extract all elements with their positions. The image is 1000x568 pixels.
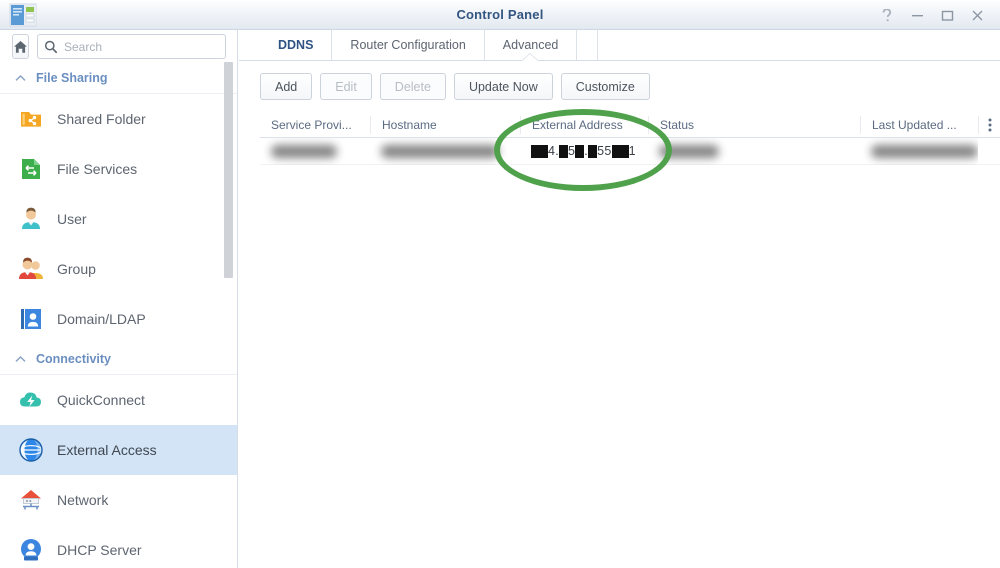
sidebar: File Sharing Shared Folder [0, 30, 238, 568]
sidebar-nav: File Sharing Shared Folder File Services… [0, 63, 237, 568]
tab-bar: DDNS Router Configuration Advanced [239, 30, 1000, 60]
update-now-button[interactable]: Update Now [453, 73, 553, 100]
external-address-value: 4. 5. 55 1 [531, 144, 636, 158]
help-button[interactable] [872, 0, 902, 30]
home-icon [14, 40, 27, 53]
sidebar-item-user[interactable]: User [0, 194, 237, 244]
sidebar-item-group[interactable]: Group [0, 244, 237, 294]
cell-external-address: 4. 5. 55 1 [520, 138, 648, 165]
close-button[interactable] [962, 0, 992, 30]
sidebar-item-label: DHCP Server [57, 542, 142, 558]
search-input[interactable] [64, 39, 219, 54]
maximize-button[interactable] [932, 0, 962, 30]
quickconnect-icon [18, 387, 44, 413]
sidebar-item-label: Domain/LDAP [57, 311, 146, 327]
shared-folder-icon [18, 106, 44, 132]
edit-button[interactable]: Edit [320, 73, 372, 100]
active-tab-notch [522, 54, 538, 61]
column-options-icon[interactable] [978, 115, 1000, 134]
sidebar-item-dhcp-server[interactable]: DHCP Server [0, 525, 237, 568]
dhcp-server-icon [18, 537, 44, 563]
sidebar-item-quickconnect[interactable]: QuickConnect [0, 375, 237, 425]
home-button[interactable] [12, 34, 29, 59]
group-icon [18, 256, 44, 282]
window-controls [872, 0, 992, 30]
chevron-up-icon [15, 74, 26, 81]
sidebar-item-label: QuickConnect [57, 392, 145, 408]
column-header-service-provider[interactable]: Service Provi... [260, 116, 370, 134]
file-services-icon [18, 156, 44, 182]
minimize-button[interactable] [902, 0, 932, 30]
sidebar-section-label: Connectivity [36, 352, 112, 366]
ddns-table: Service Provi... Hostname External Addre… [260, 112, 1000, 165]
sidebar-item-label: External Access [57, 442, 157, 458]
search-icon [44, 40, 58, 53]
sidebar-item-label: Network [57, 492, 109, 508]
sidebar-item-label: File Services [57, 161, 138, 177]
redacted-value [271, 144, 337, 158]
cell-hostname [370, 138, 520, 165]
table-row[interactable]: 4. 5. 55 1 [260, 138, 1000, 165]
title-bar: Control Panel [0, 0, 1000, 30]
sidebar-scrollbar[interactable] [224, 62, 233, 278]
sidebar-item-label: User [57, 211, 87, 227]
redacted-value [871, 144, 978, 158]
customize-button[interactable]: Customize [560, 73, 650, 100]
network-icon [18, 487, 44, 513]
chevron-up-icon [15, 355, 26, 362]
column-header-status[interactable]: Status [648, 115, 860, 134]
cell-status [648, 138, 860, 165]
sidebar-item-domain-ldap[interactable]: Domain/LDAP [0, 294, 237, 344]
column-header-last-updated[interactable]: Last Updated ... [860, 115, 978, 134]
table-body: 4. 5. 55 1 [260, 138, 1000, 165]
cell-last-updated [860, 138, 978, 165]
delete-button[interactable]: Delete [379, 73, 446, 100]
external-access-icon [18, 437, 44, 463]
redacted-value [659, 144, 719, 158]
tab-label: Advanced [502, 38, 559, 52]
tab-router-configuration[interactable]: Router Configuration [332, 30, 485, 60]
table-header-row: Service Provi... Hostname External Addre… [260, 112, 1000, 138]
main-content: DDNS Router Configuration Advanced Add E… [239, 30, 1000, 568]
sidebar-item-shared-folder[interactable]: Shared Folder [0, 94, 237, 144]
column-header-external-address[interactable]: External Address [520, 115, 648, 134]
sidebar-search-bar [0, 30, 237, 63]
tab-ddns[interactable]: DDNS [260, 30, 333, 60]
user-icon [18, 206, 44, 232]
tab-label: DDNS [278, 38, 314, 52]
sidebar-section-file-sharing[interactable]: File Sharing [0, 63, 237, 94]
cell-service-provider [260, 138, 370, 165]
sidebar-section-connectivity[interactable]: Connectivity [0, 344, 237, 375]
column-header-hostname[interactable]: Hostname [370, 115, 520, 134]
tab-bar-end [577, 30, 599, 60]
window-title: Control Panel [456, 7, 544, 22]
add-button[interactable]: Add [260, 73, 313, 100]
sidebar-item-file-services[interactable]: File Services [0, 144, 237, 194]
sidebar-item-label: Group [57, 261, 96, 277]
sidebar-item-label: Shared Folder [57, 111, 146, 127]
tab-label: Router Configuration [350, 38, 466, 52]
control-panel-window: Control Panel Search File Sharing Shared… [0, 0, 1000, 568]
sidebar-item-external-access[interactable]: External Access [0, 425, 237, 475]
sidebar-section-label: File Sharing [36, 71, 108, 85]
search-box[interactable] [37, 34, 226, 59]
sidebar-item-network[interactable]: Network [0, 475, 237, 525]
redacted-value [381, 144, 499, 158]
tab-bar-divider [239, 60, 1000, 61]
domain-ldap-icon [18, 306, 44, 332]
toolbar: Add Edit Delete Update Now Customize [260, 73, 650, 100]
